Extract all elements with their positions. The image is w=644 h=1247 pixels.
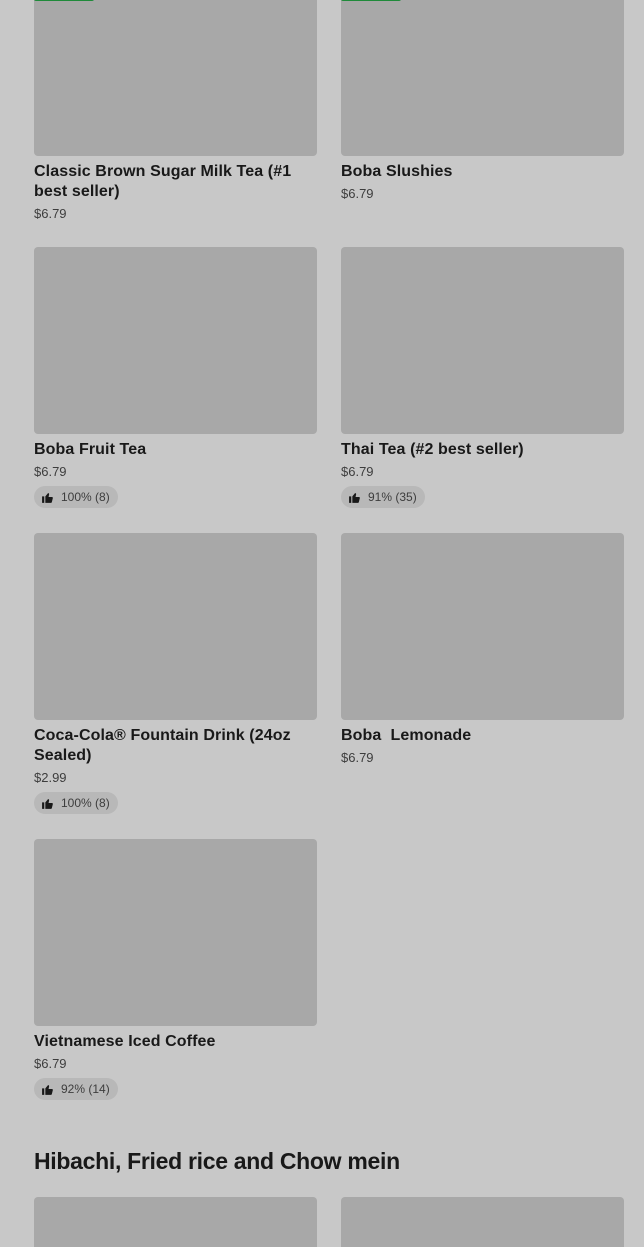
item-image[interactable]	[341, 533, 624, 720]
item-badge	[34, 0, 94, 1]
item-image[interactable]	[34, 1197, 317, 1247]
menu-item-card[interactable]: Coca-Cola® Fountain Drink (24oz Sealed) …	[34, 533, 317, 815]
rating-text: 100% (8)	[61, 796, 110, 810]
item-image[interactable]	[34, 533, 317, 720]
section-title: Hibachi, Fried rice and Chow mein	[34, 1148, 400, 1174]
rating-badge: 92% (14)	[34, 1078, 118, 1100]
menu-page: Classic Brown Sugar Milk Tea (#1 best se…	[0, 0, 644, 1247]
item-image[interactable]	[34, 247, 317, 434]
item-image[interactable]	[341, 0, 624, 156]
item-name: Vietnamese Iced Coffee	[34, 1033, 216, 1050]
item-image[interactable]	[34, 0, 317, 156]
item-price: $6.79	[34, 206, 67, 221]
thumbs-up-icon	[42, 1084, 53, 1095]
item-name: Boba Slushies	[341, 163, 453, 180]
rating-text: 100% (8)	[61, 490, 110, 504]
item-price: $6.79	[34, 464, 67, 479]
thumbs-up-icon	[349, 492, 360, 503]
item-badge	[341, 0, 401, 1]
item-price: $6.79	[341, 464, 374, 479]
item-price: $6.79	[341, 750, 374, 765]
item-price: $6.79	[34, 1056, 67, 1071]
menu-item-card[interactable]: Classic Brown Sugar Milk Tea (#1 best se…	[34, 0, 317, 223]
item-name: Boba Fruit Tea	[34, 441, 147, 458]
rating-badge: 100% (8)	[34, 486, 118, 508]
rating-text: 91% (35)	[368, 490, 417, 504]
item-name: Thai Tea (#2 best seller)	[341, 441, 524, 458]
item-price: $6.79	[341, 186, 374, 201]
menu-item-card[interactable]: Boba Slushies $6.79	[341, 0, 624, 203]
item-image[interactable]	[341, 1197, 624, 1247]
item-image[interactable]	[341, 247, 624, 434]
item-name: Classic Brown Sugar Milk Tea (#1 best se…	[34, 163, 292, 200]
item-price: $2.99	[34, 770, 67, 785]
thumbs-up-icon	[42, 798, 53, 809]
menu-item-card[interactable]: Vietnamese Iced Coffee $6.79 92% (14)	[34, 839, 317, 1101]
thumbs-up-icon	[42, 492, 53, 503]
item-name: Boba Lemonade	[341, 727, 472, 744]
rating-badge: 100% (8)	[34, 792, 118, 814]
rating-badge: 91% (35)	[341, 486, 425, 508]
item-name: Coca-Cola® Fountain Drink (24oz Sealed)	[34, 727, 291, 764]
item-image[interactable]	[34, 839, 317, 1026]
menu-item-card[interactable]: Boba Fruit Tea $6.79 100% (8)	[34, 247, 317, 509]
rating-text: 92% (14)	[61, 1082, 110, 1096]
menu-item-card[interactable]: Boba Lemonade $6.79	[341, 533, 624, 767]
menu-item-card[interactable]: Thai Tea (#2 best seller) $6.79 91% (35)	[341, 247, 624, 509]
